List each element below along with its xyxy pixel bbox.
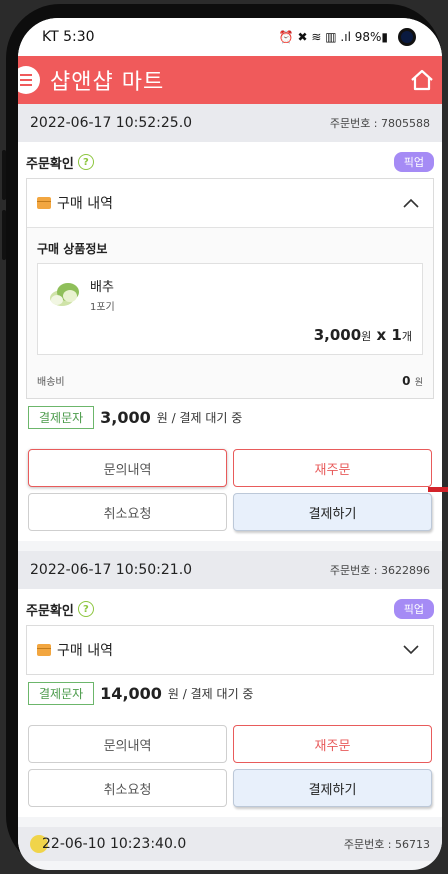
price-value: 3,000: [313, 326, 362, 344]
shipping-fee: 0 원: [402, 374, 423, 388]
order-card: 주문확인 ? 픽업 구매 내역: [18, 589, 442, 817]
order-datetime: 22-06-10 10:23:40.0: [42, 836, 187, 852]
shipping-row: 배송비 0 원: [37, 373, 423, 389]
order-header: 2022-06-17 10:52:25.0 주문번호 : 7805588: [18, 104, 442, 142]
order-status-row: 주문확인 ? 픽업: [26, 597, 434, 621]
quantity-text: x 1: [376, 326, 402, 344]
purchase-accordion-header[interactable]: 구매 내역: [27, 626, 433, 674]
purchase-title: 구매 내역: [37, 640, 113, 660]
order-card: 주문확인 ? 픽업 구매 내역: [18, 142, 442, 541]
order-header: 2022-06-17 10:50:21.0 주문번호 : 3622896: [18, 551, 442, 589]
purchase-accordion: 구매 내역 구매 상품정보 배추 1포기 3,000원 x 1개 배송비 0 원: [26, 178, 434, 399]
box-icon: [37, 197, 51, 209]
inquiry-button[interactable]: 문의내역: [28, 725, 227, 763]
shipping-value: 0: [402, 373, 411, 388]
menu-icon[interactable]: [18, 66, 40, 94]
payment-amount: 14,000: [100, 683, 162, 703]
product-price: 3,000원 x 1개: [314, 326, 412, 344]
order-header: 22-06-10 10:23:40.0 주문번호 : 56713: [18, 827, 442, 861]
reorder-button[interactable]: 재주문: [233, 449, 432, 487]
inquiry-button[interactable]: 문의내역: [28, 449, 227, 487]
reorder-button[interactable]: 재주문: [233, 725, 432, 763]
product-section-title: 구매 상품정보: [37, 242, 108, 256]
order-confirm: 주문확인 ?: [26, 153, 94, 172]
purchase-accordion: 구매 내역: [26, 625, 434, 675]
product-name: 배추: [90, 280, 114, 295]
quantity-unit: 개: [401, 330, 412, 343]
app-title: 샵앤샵 마트: [50, 70, 165, 95]
payment-status: 원 / 결제 대기 중: [156, 410, 243, 425]
shipping-unit: 원: [414, 377, 423, 388]
order-separator: [18, 817, 442, 827]
pickup-badge: 픽업: [393, 599, 434, 619]
cabbage-image: [50, 283, 79, 306]
status-bar: KT 5:30 ⏰ ✖ ≋ ▥ .ıl 98%▮: [18, 18, 442, 56]
order-number: 주문번호 : 7805588: [329, 117, 430, 130]
order-actions: 문의내역 재주문 취소요청 결제하기: [26, 711, 434, 817]
order-list: 2022-06-17 10:52:25.0 주문번호 : 7805588 주문확…: [18, 104, 442, 870]
pickup-badge: 픽업: [393, 152, 434, 172]
phone-frame: KT 5:30 ⏰ ✖ ≋ ▥ .ıl 98%▮ 샵앤샵 마트 2022-06-…: [6, 4, 442, 870]
purchase-accordion-header[interactable]: 구매 내역: [27, 179, 433, 227]
box-icon: [37, 644, 51, 656]
order-confirm: 주문확인 ?: [26, 600, 94, 619]
order-number: 주문번호 : 56713: [343, 838, 430, 851]
purchase-label: 구매 내역: [57, 196, 113, 212]
payment-sms-tag[interactable]: 결제문자: [28, 405, 95, 429]
payment-status: 원 / 결제 대기 중: [167, 686, 254, 701]
order-datetime: 2022-06-17 10:52:25.0: [30, 115, 193, 131]
home-icon[interactable]: [408, 66, 436, 94]
payment-row: 결제문자 3,000 원 / 결제 대기 중: [26, 399, 434, 435]
cancel-request-button[interactable]: 취소요청: [28, 769, 227, 807]
help-icon[interactable]: ?: [77, 154, 94, 170]
carrier-time: KT 5:30: [42, 29, 95, 45]
app-header: 샵앤샵 마트: [18, 56, 442, 104]
order-confirm-label: 주문확인: [26, 603, 74, 619]
cancel-request-button[interactable]: 취소요청: [28, 493, 227, 531]
order-status-row: 주문확인 ? 픽업: [26, 150, 434, 174]
red-marker: [428, 487, 448, 492]
order-datetime-wrap: 22-06-10 10:23:40.0: [30, 835, 186, 853]
front-camera-icon: [398, 28, 416, 46]
product-unit: 1포기: [90, 302, 115, 313]
order-separator: [18, 541, 442, 551]
shipping-label: 배송비: [37, 377, 65, 388]
status-icons: ⏰ ✖ ≋ ▥ .ıl 98%▮: [279, 28, 416, 46]
purchase-title: 구매 내역: [37, 193, 113, 213]
order-datetime: 2022-06-17 10:50:21.0: [30, 562, 193, 578]
pay-button[interactable]: 결제하기: [233, 769, 432, 807]
purchase-details: 구매 상품정보 배추 1포기 3,000원 x 1개 배송비 0 원: [27, 227, 433, 398]
help-icon[interactable]: ?: [77, 601, 94, 617]
pay-button[interactable]: 결제하기: [233, 493, 432, 531]
price-unit: 원: [361, 330, 372, 343]
chevron-up-icon[interactable]: [403, 198, 419, 208]
order-number: 주문번호 : 3622896: [329, 564, 430, 577]
payment-amount: 3,000: [100, 407, 151, 427]
purchase-label: 구매 내역: [57, 643, 113, 659]
status-icons-text: ⏰ ✖ ≋ ▥ .ıl 98%▮: [278, 30, 388, 44]
screen: KT 5:30 ⏰ ✖ ≋ ▥ .ıl 98%▮ 샵앤샵 마트 2022-06-…: [18, 18, 442, 870]
order-confirm-label: 주문확인: [26, 156, 74, 172]
product-item: 배추 1포기 3,000원 x 1개: [37, 263, 423, 355]
payment-sms-tag[interactable]: 결제문자: [28, 681, 95, 705]
order-actions: 문의내역 재주문 취소요청 결제하기: [26, 435, 434, 541]
payment-row: 결제문자 14,000 원 / 결제 대기 중: [26, 675, 434, 711]
chevron-down-icon[interactable]: [403, 645, 419, 655]
